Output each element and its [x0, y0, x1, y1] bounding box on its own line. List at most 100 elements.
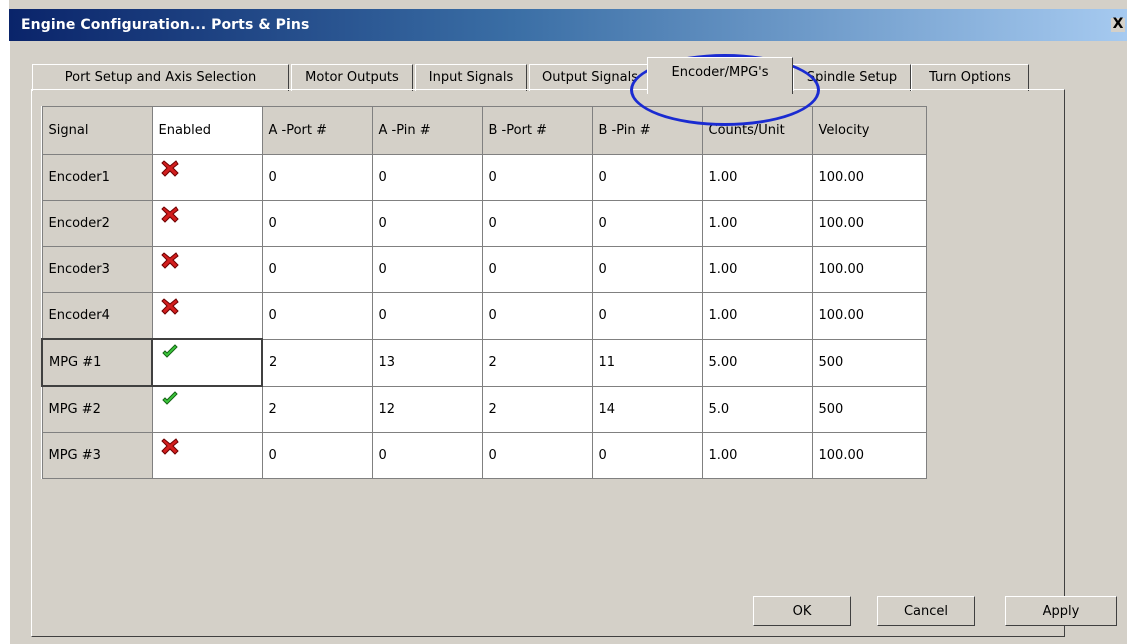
tab-input-signals[interactable]: Input Signals: [415, 64, 527, 91]
cell-a-port[interactable]: 0: [261, 292, 373, 340]
col-header-signal: Signal: [41, 106, 153, 155]
cell-b-port[interactable]: 0: [481, 200, 593, 247]
cell-velocity[interactable]: 100.00: [811, 154, 927, 201]
cell-b-pin[interactable]: 0: [591, 200, 703, 247]
apply-button[interactable]: Apply: [1005, 596, 1117, 626]
red-x-icon: [160, 160, 179, 177]
enabled-cell[interactable]: [151, 246, 263, 293]
row-signal-label: MPG #3: [41, 432, 153, 479]
enabled-cell[interactable]: [151, 154, 263, 201]
dialog-body: Port Setup and Axis Selection Motor Outp…: [9, 41, 1127, 644]
green-check-icon: [162, 344, 178, 358]
cell-a-pin[interactable]: 0: [371, 292, 483, 340]
tab-motor-outputs[interactable]: Motor Outputs: [291, 64, 413, 91]
cell-velocity[interactable]: 100.00: [811, 246, 927, 293]
cell-b-pin[interactable]: 0: [591, 154, 703, 201]
cell-velocity[interactable]: 100.00: [811, 200, 927, 247]
table-row: Encoder1 0 0 0 0 1.00 100.00: [41, 154, 927, 201]
table-row: MPG #2 2 12 2 14 5.0 500: [41, 385, 927, 433]
cell-b-pin[interactable]: 11: [591, 338, 703, 387]
window-title: Engine Configuration... Ports & Pins: [21, 17, 310, 33]
row-signal-label: Encoder1: [41, 154, 153, 201]
cell-b-port[interactable]: 2: [481, 338, 593, 387]
tab-spindle-setup[interactable]: Spindle Setup: [793, 64, 911, 91]
cell-b-pin[interactable]: 0: [591, 246, 703, 293]
tab-label: Turn Options: [929, 70, 1011, 85]
table-row: MPG #3 0 0 0 0 1.00 100.00: [41, 432, 927, 479]
cell-a-port[interactable]: 0: [261, 246, 373, 293]
red-x-icon: [160, 252, 179, 269]
cell-a-pin[interactable]: 12: [371, 385, 483, 433]
title-bar: Engine Configuration... Ports & Pins X: [9, 9, 1127, 41]
cell-counts-unit[interactable]: 1.00: [701, 432, 813, 479]
tab-label: Port Setup and Axis Selection: [64, 70, 257, 85]
cell-b-port[interactable]: 0: [481, 154, 593, 201]
cell-b-port[interactable]: 0: [481, 432, 593, 479]
cell-a-port[interactable]: 2: [261, 338, 373, 387]
cell-counts-unit[interactable]: 5.00: [701, 338, 813, 387]
row-signal-label: Encoder4: [41, 292, 153, 340]
tab-label: Input Signals: [428, 70, 514, 85]
cell-velocity[interactable]: 500: [811, 385, 927, 433]
cancel-button[interactable]: Cancel: [877, 596, 975, 626]
tab-label: Output Signals: [542, 70, 638, 85]
enabled-cell[interactable]: [151, 432, 263, 479]
tab-port-setup[interactable]: Port Setup and Axis Selection: [32, 64, 289, 91]
cell-counts-unit[interactable]: 1.00: [701, 200, 813, 247]
cell-a-port[interactable]: 0: [261, 432, 373, 479]
cell-velocity[interactable]: 100.00: [811, 292, 927, 340]
table-row: Encoder2 0 0 0 0 1.00 100.00: [41, 200, 927, 247]
col-header-counts-unit: Counts/Unit: [701, 106, 813, 155]
tab-encoder-mpgs[interactable]: Encoder/MPG's: [647, 57, 793, 94]
red-x-icon: [160, 206, 179, 223]
cell-a-port[interactable]: 0: [261, 154, 373, 201]
tab-turn-options[interactable]: Turn Options: [911, 64, 1029, 91]
cell-a-pin[interactable]: 13: [371, 338, 483, 387]
close-button[interactable]: X: [1111, 17, 1125, 32]
cell-velocity[interactable]: 500: [811, 338, 927, 387]
cell-a-pin[interactable]: 0: [371, 200, 483, 247]
tab-label: Motor Outputs: [305, 70, 399, 85]
tab-label: Spindle Setup: [806, 70, 898, 85]
enabled-cell[interactable]: [151, 338, 263, 387]
enabled-cell[interactable]: [151, 200, 263, 247]
col-header-a-port: A -Port #: [261, 106, 373, 155]
row-signal-label: Encoder3: [41, 246, 153, 293]
cell-b-port[interactable]: 0: [481, 246, 593, 293]
table-row: Encoder4 0 0 0 0 1.00 100.00: [41, 292, 927, 340]
cell-b-port[interactable]: 0: [481, 292, 593, 340]
cell-b-pin[interactable]: 0: [591, 432, 703, 479]
tab-output-signals[interactable]: Output Signals: [529, 64, 651, 91]
cell-velocity[interactable]: 100.00: [811, 432, 927, 479]
table-row: MPG #1 2 13 2 11 5.00 500: [41, 338, 927, 387]
red-x-icon: [160, 298, 179, 315]
cell-b-port[interactable]: 2: [481, 385, 593, 433]
col-header-velocity: Velocity: [811, 106, 927, 155]
cell-a-port[interactable]: 0: [261, 200, 373, 247]
cell-counts-unit[interactable]: 1.00: [701, 292, 813, 340]
cell-a-pin[interactable]: 0: [371, 432, 483, 479]
cell-counts-unit[interactable]: 1.00: [701, 246, 813, 293]
enabled-cell[interactable]: [151, 385, 263, 433]
cell-a-pin[interactable]: 0: [371, 154, 483, 201]
col-header-b-pin: B -Pin #: [591, 106, 703, 155]
cell-b-pin[interactable]: 14: [591, 385, 703, 433]
tab-strip: Port Setup and Axis Selection Motor Outp…: [10, 57, 1127, 94]
row-signal-label: MPG #2: [41, 385, 153, 433]
cell-b-pin[interactable]: 0: [591, 292, 703, 340]
col-header-enabled: Enabled: [151, 106, 263, 155]
tab-label: Encoder/MPG's: [671, 65, 769, 80]
row-signal-label: Encoder2: [41, 200, 153, 247]
cell-counts-unit[interactable]: 1.00: [701, 154, 813, 201]
cell-a-pin[interactable]: 0: [371, 246, 483, 293]
col-header-a-pin: A -Pin #: [371, 106, 483, 155]
table-row: Encoder3 0 0 0 0 1.00 100.00: [41, 246, 927, 293]
red-x-icon: [160, 438, 179, 455]
col-header-b-port: B -Port #: [481, 106, 593, 155]
ok-button[interactable]: OK: [753, 596, 851, 626]
row-signal-label: MPG #1: [41, 338, 153, 387]
cell-a-port[interactable]: 2: [261, 385, 373, 433]
cell-counts-unit[interactable]: 5.0: [701, 385, 813, 433]
enabled-cell[interactable]: [151, 292, 263, 340]
outer-border: [0, 0, 9, 644]
